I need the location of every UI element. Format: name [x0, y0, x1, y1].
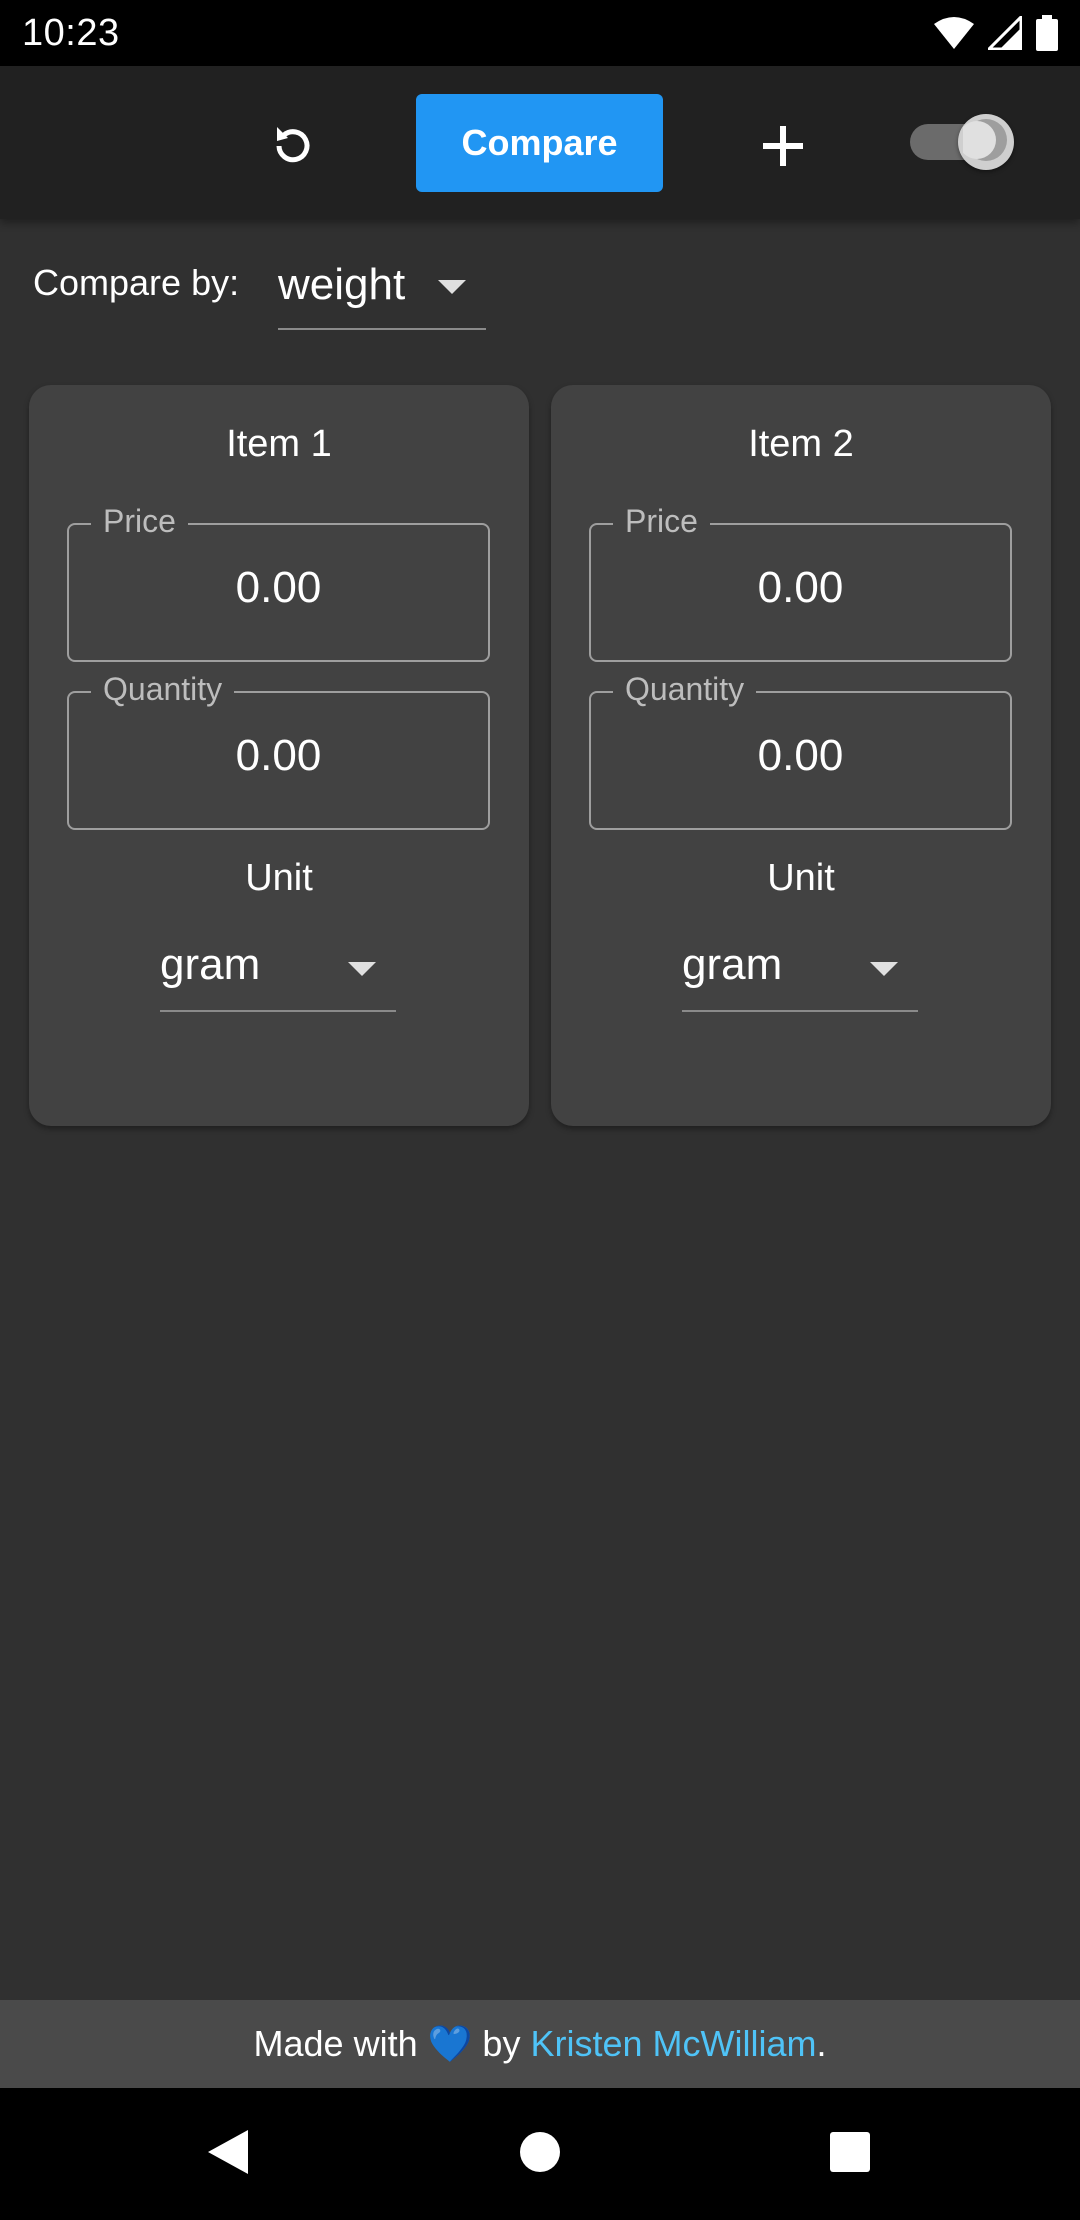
item-title: Item 2	[748, 423, 854, 465]
navigation-bar	[0, 2088, 1080, 2220]
theme-toggle[interactable]	[908, 114, 1014, 170]
compare-by-value: weight	[278, 260, 406, 309]
compare-by-dropdown[interactable]: weight	[278, 250, 486, 330]
quantity-label: Quantity	[91, 671, 235, 708]
item-card-1: Item 1 Price 0.00 Quantity 0.00 Unit gra…	[29, 385, 529, 1126]
quantity-label: Quantity	[613, 671, 757, 708]
quantity-field[interactable]: Quantity 0.00	[67, 671, 490, 830]
quantity-value[interactable]: 0.00	[591, 731, 1010, 781]
compare-button[interactable]: Compare	[416, 94, 663, 192]
quantity-field[interactable]: Quantity 0.00	[589, 671, 1012, 830]
status-time: 10:23	[22, 11, 120, 54]
app-bar: Compare	[0, 66, 1080, 219]
chevron-down-icon	[438, 280, 466, 294]
wifi-icon	[934, 16, 974, 50]
footer: Made with 💙 by Kristen McWilliam .	[0, 2000, 1080, 2088]
back-icon	[206, 2128, 250, 2181]
add-item-button[interactable]	[746, 111, 820, 185]
recents-button[interactable]	[820, 2124, 880, 2184]
recents-icon	[829, 2131, 871, 2178]
compare-by-label: Compare by:	[33, 262, 240, 303]
signal-icon	[988, 16, 1022, 50]
item-card-2: Item 2 Price 0.00 Quantity 0.00 Unit gra…	[551, 385, 1051, 1126]
reset-button[interactable]	[256, 111, 330, 185]
status-bar: 10:23	[0, 0, 1080, 66]
toggle-thumb	[958, 114, 1014, 170]
price-label: Price	[613, 503, 710, 540]
home-icon	[518, 2130, 562, 2179]
unit-label: Unit	[767, 857, 835, 899]
unit-label: Unit	[245, 857, 313, 899]
author-link[interactable]: Kristen McWilliam	[530, 2023, 816, 2065]
price-value[interactable]: 0.00	[591, 563, 1010, 613]
back-button[interactable]	[198, 2124, 258, 2184]
item-title: Item 1	[226, 423, 332, 465]
footer-by: by	[482, 2023, 521, 2064]
unit-dropdown[interactable]: gram	[682, 930, 918, 1012]
footer-suffix: .	[816, 2023, 827, 2064]
chevron-down-icon	[348, 962, 376, 976]
unit-value: gram	[682, 940, 783, 989]
unit-value: gram	[160, 940, 261, 989]
price-field[interactable]: Price 0.00	[67, 503, 490, 662]
status-icons	[934, 15, 1058, 51]
price-value[interactable]: 0.00	[69, 563, 488, 613]
price-field[interactable]: Price 0.00	[589, 503, 1012, 662]
refresh-icon	[268, 121, 318, 176]
battery-icon	[1036, 15, 1058, 51]
price-label: Price	[91, 503, 188, 540]
quantity-value[interactable]: 0.00	[69, 731, 488, 781]
app-screen: 10:23 Compare Compare by: weight Item 1 …	[0, 0, 1080, 2220]
footer-prefix: Made with	[253, 2023, 418, 2064]
heart-icon: 💙	[427, 2023, 473, 2064]
chevron-down-icon	[870, 962, 898, 976]
moon-icon	[958, 117, 1009, 168]
home-button[interactable]	[510, 2124, 570, 2184]
plus-icon	[761, 124, 805, 173]
unit-dropdown[interactable]: gram	[160, 930, 396, 1012]
